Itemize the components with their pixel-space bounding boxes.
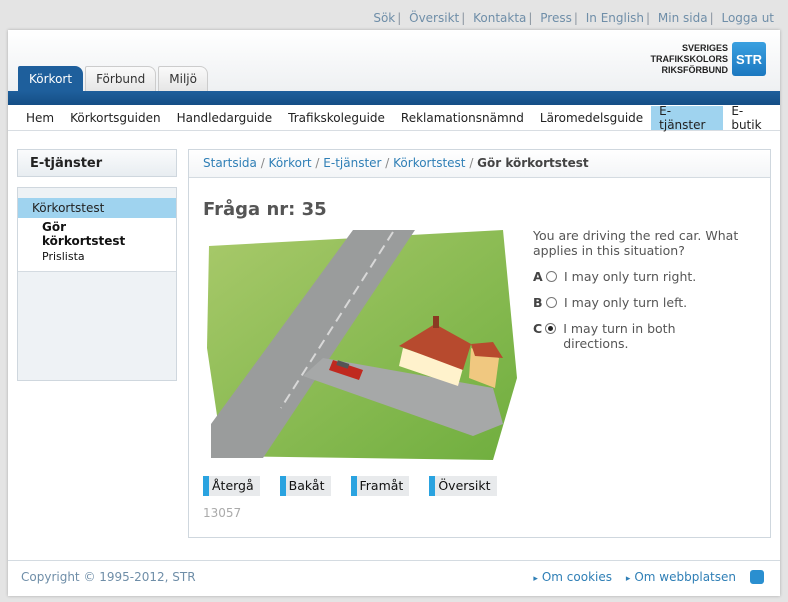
- copyright: Copyright © 1995-2012, STR: [21, 570, 196, 584]
- question-text: You are driving the red car. What applie…: [533, 228, 739, 258]
- header-bar: [8, 91, 780, 105]
- option-text-a: I may only turn right.: [564, 269, 697, 284]
- next-button[interactable]: Framåt: [350, 476, 410, 496]
- breadcrumb-korkort[interactable]: Körkort: [269, 156, 312, 170]
- footer-link-webbplatsen[interactable]: Om webbplatsen: [634, 570, 736, 584]
- nav-item-hem[interactable]: Hem: [18, 106, 62, 130]
- answer-option-b[interactable]: B I may only turn left.: [533, 295, 687, 310]
- section-tabs: Körkort Förbund Miljö: [18, 66, 210, 91]
- question-code: 13057: [203, 506, 242, 520]
- overview-button[interactable]: Översikt: [429, 476, 497, 496]
- breadcrumb-current: Gör körkortstest: [477, 156, 589, 170]
- nav-item-reklamationsnamnd[interactable]: Reklamationsnämnd: [393, 106, 532, 130]
- breadcrumb-startsida[interactable]: Startsida: [203, 156, 257, 170]
- footer-link-cookies[interactable]: Om cookies: [542, 570, 612, 584]
- tab-forbund[interactable]: Förbund: [85, 66, 157, 91]
- breadcrumb: Startsida / Körkort / E-tjänster / Körko…: [189, 150, 770, 178]
- option-text-b: I may only turn left.: [564, 295, 688, 310]
- nav-item-laromedelsguide[interactable]: Läromedelsguide: [532, 106, 651, 130]
- top-link-english[interactable]: In English: [586, 11, 644, 25]
- nav-item-handledarguide[interactable]: Handledarguide: [169, 106, 281, 130]
- top-link-logga-ut[interactable]: Logga ut: [721, 11, 774, 25]
- nav-item-trafikskoleguide[interactable]: Trafikskoleguide: [280, 106, 393, 130]
- tab-miljo[interactable]: Miljö: [158, 66, 208, 91]
- logo-line-1: SVERIGES: [681, 42, 728, 53]
- option-letter-a: A: [533, 269, 543, 284]
- option-text-c: I may turn in both directions.: [563, 321, 676, 351]
- option-letter-c: C: [533, 321, 543, 336]
- logo-line-2: TRAFIKSKOLORS: [650, 53, 729, 64]
- top-link-min-sida[interactable]: Min sida: [658, 11, 708, 25]
- nav-item-e-tjanster[interactable]: E-tjänster: [651, 104, 724, 132]
- breadcrumb-korkortstest[interactable]: Körkortstest: [393, 156, 465, 170]
- top-links: Sök | Översikt | Kontakta | Press | In Engli…: [373, 11, 774, 25]
- radio-a[interactable]: [546, 271, 557, 282]
- sidebar-item-gor-korkortstest[interactable]: Gör körkortstest: [18, 218, 176, 248]
- breadcrumb-e-tjanster[interactable]: E-tjänster: [323, 156, 381, 170]
- str-logo[interactable]: SVERIGES TRAFIKSKOLORS RIKSFÖRBUND STR: [651, 42, 766, 76]
- main-nav: Hem Körkortsguiden Handledarguide Trafik…: [8, 104, 780, 132]
- traffic-illustration: [203, 228, 521, 464]
- navigation-buttons: Återgå Bakåt Framåt Översikt: [203, 476, 517, 496]
- arrow-right-icon: ▸: [625, 574, 631, 584]
- sidebar-menu: Körkortstest Gör körkortstest Prislista: [17, 187, 177, 381]
- sidebar-item-prislista[interactable]: Prislista: [18, 248, 176, 265]
- footer-links: ▸ Om cookies ▸ Om webbplatsen: [523, 570, 736, 584]
- sidebar-item-korkortstest[interactable]: Körkortstest: [18, 198, 176, 218]
- logo-line-3: RIKSFÖRBUND: [661, 64, 729, 75]
- option-letter-b: B: [533, 295, 543, 310]
- radio-c[interactable]: [545, 323, 557, 334]
- top-link-oversikt[interactable]: Översikt: [409, 11, 459, 25]
- top-link-sok[interactable]: Sök: [373, 11, 395, 25]
- top-link-kontakta[interactable]: Kontakta: [473, 11, 526, 25]
- previous-button[interactable]: Bakåt: [279, 476, 331, 496]
- sidebar-title: E-tjänster: [17, 149, 177, 177]
- answer-option-c[interactable]: C I may turn in both directions.: [533, 321, 733, 351]
- str-logo-icon: STR: [732, 42, 766, 76]
- back-button[interactable]: Återgå: [203, 476, 260, 496]
- answer-option-a[interactable]: A I may only turn right.: [533, 269, 696, 284]
- main-content: Startsida / Körkort / E-tjänster / Körko…: [188, 149, 771, 538]
- teamviewer-icon[interactable]: [750, 570, 764, 584]
- logo-text: SVERIGES TRAFIKSKOLORS RIKSFÖRBUND: [651, 43, 729, 76]
- radio-b[interactable]: [546, 297, 557, 308]
- arrow-right-icon: ▸: [533, 574, 538, 584]
- footer: Copyright © 1995-2012, STR ▸ Om cookies ▸…: [8, 560, 780, 597]
- question-title: Fråga nr: 35: [203, 199, 327, 220]
- nav-item-e-butik[interactable]: E-butik: [723, 104, 780, 132]
- tab-korkort[interactable]: Körkort: [18, 66, 84, 91]
- nav-item-korkortsguiden[interactable]: Körkortsguiden: [62, 106, 168, 130]
- header: SVERIGES TRAFIKSKOLORS RIKSFÖRBUND STR K…: [8, 30, 780, 92]
- top-link-press[interactable]: Press: [540, 11, 572, 25]
- page-frame: SVERIGES TRAFIKSKOLORS RIKSFÖRBUND STR K…: [8, 30, 780, 596]
